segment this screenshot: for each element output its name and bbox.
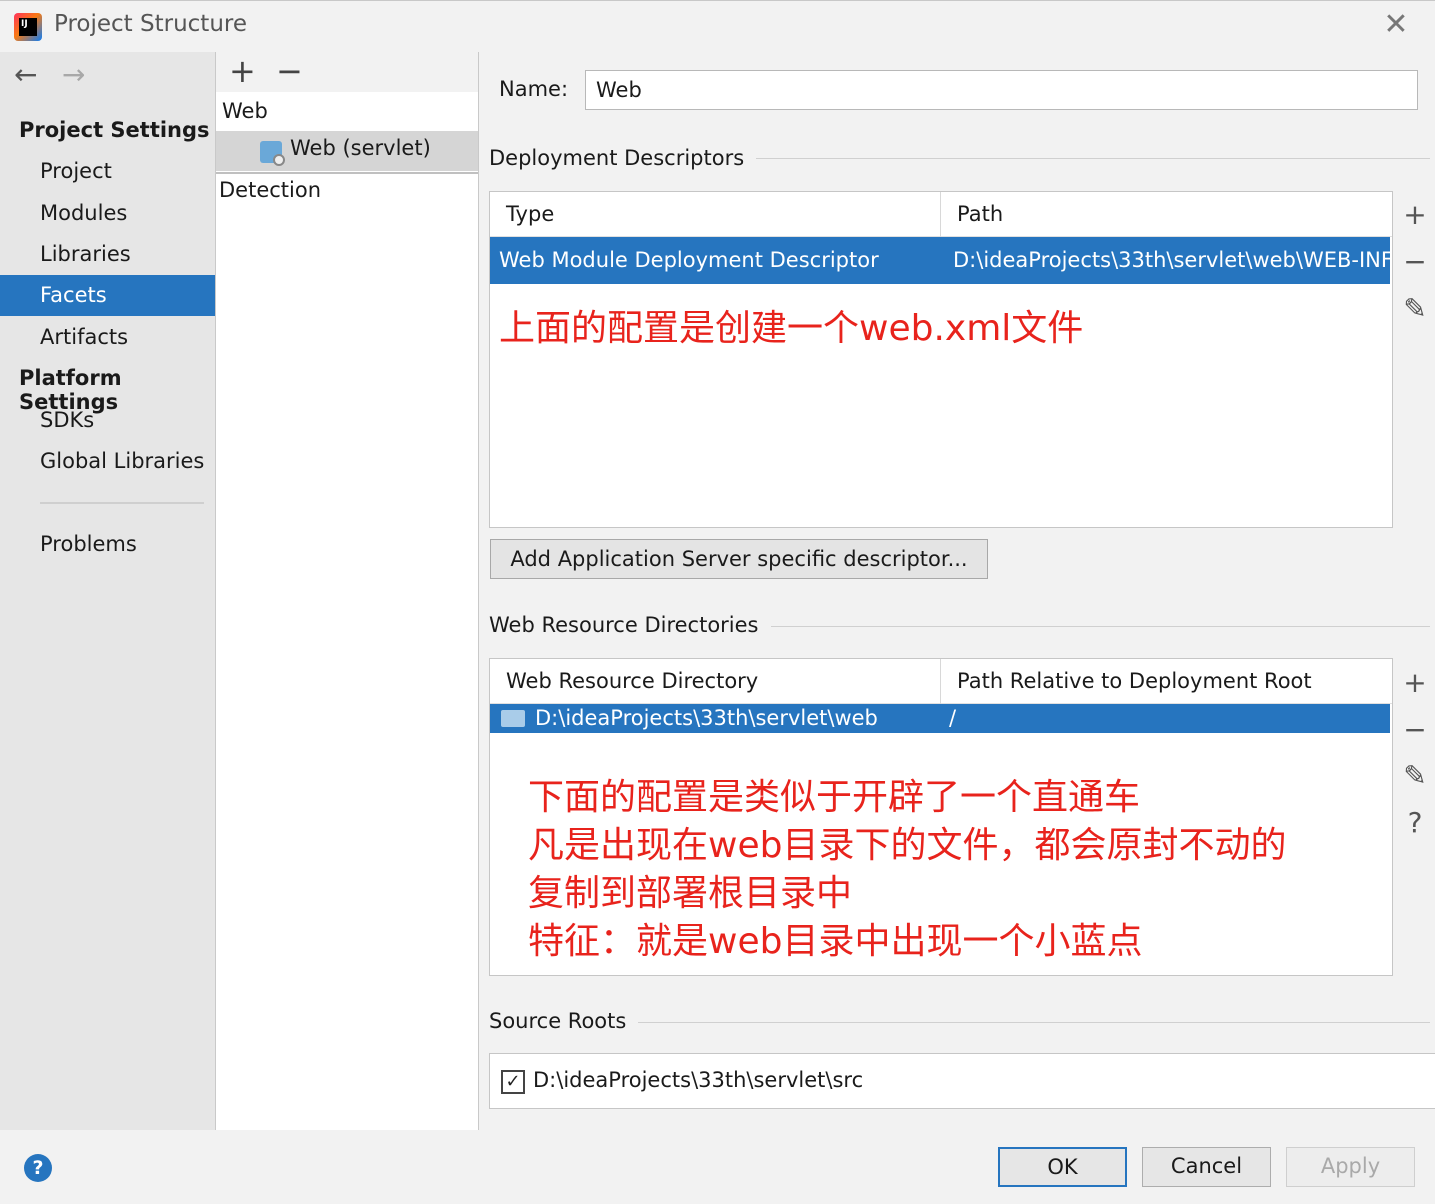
- column-header-web-resource-directory[interactable]: Web Resource Directory: [490, 659, 940, 704]
- sidebar-item-modules[interactable]: Modules: [0, 193, 215, 233]
- edit-web-resource-icon[interactable]: ✎: [1403, 761, 1427, 791]
- logo-text: IJ: [19, 18, 37, 36]
- back-arrow-icon[interactable]: ←: [14, 58, 37, 91]
- section-divider: [635, 1022, 1430, 1023]
- sidebar-item-project[interactable]: Project: [0, 151, 215, 191]
- cancel-button[interactable]: Cancel: [1142, 1147, 1271, 1187]
- dialog-button-bar: ? OK Cancel Apply: [0, 1130, 1435, 1204]
- title-bar: IJ Project Structure ✕: [0, 0, 1435, 52]
- facets-tree: + − Web Web (servlet) Detection: [216, 52, 479, 1130]
- table-header: Web Resource Directory Path Relative to …: [490, 659, 1392, 704]
- remove-descriptor-icon[interactable]: −: [1403, 247, 1427, 277]
- section-divider: [765, 626, 1430, 627]
- annotation-web-resource-line-1: 下面的配置是类似于开辟了一个直通车: [528, 777, 1141, 818]
- name-label: Name:: [499, 77, 569, 101]
- annotation-web-resource-line-2: 凡是出现在web目录下的文件，都会原封不动的: [528, 825, 1287, 866]
- source-roots-title: Source Roots: [489, 1009, 639, 1033]
- ok-button[interactable]: OK: [998, 1147, 1127, 1187]
- name-input[interactable]: [585, 70, 1418, 110]
- sidebar-item-libraries[interactable]: Libraries: [0, 234, 215, 274]
- annotation-web-resource-line-3: 复制到部署根目录中: [528, 873, 853, 914]
- annotation-deployment: 上面的配置是创建一个web.xml文件: [499, 308, 1084, 349]
- sidebar-item-facets[interactable]: Facets: [0, 275, 215, 316]
- tree-divider: [216, 172, 478, 174]
- intellij-logo-icon: IJ: [14, 13, 42, 41]
- tree-item-web-servlet[interactable]: Web (servlet): [216, 131, 478, 171]
- sidebar-divider: [40, 502, 204, 504]
- descriptor-type-cell: Web Module Deployment Descriptor: [499, 248, 879, 272]
- deployment-descriptors-title: Deployment Descriptors: [489, 146, 757, 170]
- annotation-web-resource-line-4: 特征：就是web目录中出现一个小蓝点: [528, 921, 1143, 962]
- add-web-resource-icon[interactable]: +: [1403, 668, 1427, 698]
- forward-arrow-icon[interactable]: →: [62, 58, 85, 91]
- relative-path-cell: /: [949, 706, 957, 730]
- close-icon[interactable]: ✕: [1383, 10, 1409, 41]
- edit-descriptor-icon[interactable]: ✎: [1403, 294, 1427, 324]
- section-divider: [730, 158, 1430, 159]
- tree-item-web[interactable]: Web: [222, 99, 268, 123]
- remove-web-resource-icon[interactable]: −: [1403, 715, 1427, 745]
- tree-item-web-servlet-label: Web (servlet): [290, 136, 431, 160]
- apply-button[interactable]: Apply: [1286, 1147, 1415, 1187]
- source-roots-list: ✓ D:\ideaProjects\33th\servlet\src: [489, 1053, 1435, 1109]
- sidebar-item-global-libraries[interactable]: Global Libraries: [0, 441, 215, 481]
- web-resource-directories-table: Web Resource Directory Path Relative to …: [489, 658, 1393, 976]
- sidebar-item-sdks[interactable]: SDKs: [0, 400, 215, 440]
- table-header: Type Path: [490, 192, 1392, 237]
- settings-sidebar: ← → Project Settings Project Modules Lib…: [0, 52, 216, 1130]
- descriptor-path-cell: D:\ideaProjects\33th\servlet\web\WEB-INF…: [953, 248, 1390, 272]
- descriptor-tools: + − ✎: [1393, 191, 1435, 528]
- project-settings-header: Project Settings: [19, 118, 210, 142]
- add-descriptor-icon[interactable]: +: [1403, 200, 1427, 230]
- sidebar-item-artifacts[interactable]: Artifacts: [0, 317, 215, 357]
- add-facet-icon[interactable]: +: [229, 54, 256, 88]
- help-icon[interactable]: ?: [24, 1154, 52, 1182]
- source-root-checkbox[interactable]: ✓: [501, 1070, 525, 1094]
- add-server-descriptor-button[interactable]: Add Application Server specific descript…: [490, 539, 988, 579]
- web-resource-tools: + − ✎ ?: [1393, 658, 1435, 976]
- window-title: Project Structure: [54, 11, 247, 37]
- web-facet-icon: [260, 141, 285, 166]
- remove-facet-icon[interactable]: −: [276, 54, 303, 88]
- web-resource-directories-title: Web Resource Directories: [489, 613, 771, 637]
- column-header-relative-path[interactable]: Path Relative to Deployment Root: [941, 659, 1391, 704]
- source-root-path: D:\ideaProjects\33th\servlet\src: [533, 1068, 864, 1092]
- facet-settings-panel: Name: Deployment Descriptors Type Path W…: [480, 52, 1435, 1130]
- help-web-resource-icon[interactable]: ?: [1403, 808, 1427, 838]
- table-row[interactable]: Web Module Deployment Descriptor D:\idea…: [490, 237, 1390, 284]
- tree-toolbar: + −: [216, 52, 478, 92]
- resource-directory-cell: D:\ideaProjects\33th\servlet\web: [535, 706, 878, 730]
- sidebar-item-problems[interactable]: Problems: [0, 524, 215, 564]
- deployment-descriptors-table: Type Path Web Module Deployment Descript…: [489, 191, 1393, 528]
- column-header-path[interactable]: Path: [941, 192, 1391, 237]
- table-row[interactable]: D:\ideaProjects\33th\servlet\web /: [490, 704, 1390, 733]
- folder-icon: [501, 710, 525, 727]
- column-header-type[interactable]: Type: [490, 192, 940, 237]
- tree-item-detection[interactable]: Detection: [219, 178, 321, 202]
